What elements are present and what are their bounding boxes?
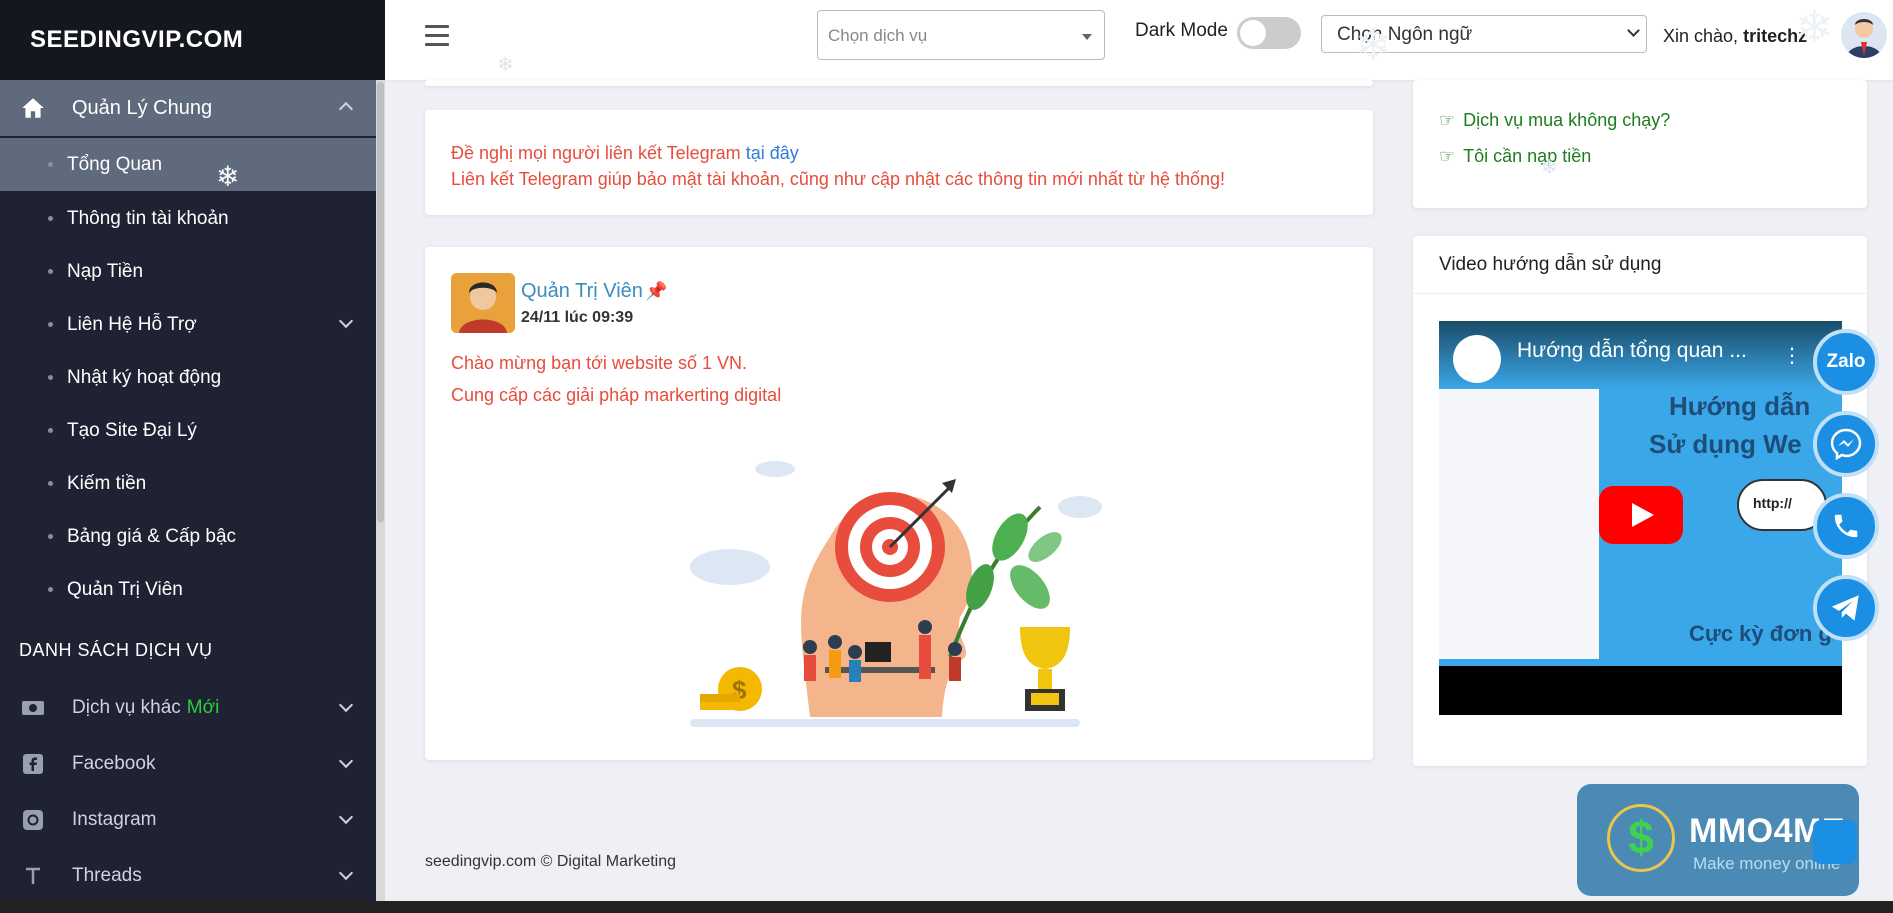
sidebar-item-nhat-ky-hoat-dong[interactable]: Nhật ký hoạt động [0,351,385,404]
topbar: Chọn dịch vụ Dark Mode Chọn Ngôn ngữ Xin… [385,0,1893,80]
post-time: 24/11 lúc 09:39 [521,308,634,326]
caret-down-icon [1082,34,1092,40]
messenger-icon [1830,428,1862,461]
dark-mode-label: Dark Mode [1135,20,1228,41]
pin-icon: 📌 [644,280,668,301]
announcement-post: Quản Trị Viên 📌 24/11 lúc 09:39 Chào mừng… [425,247,1373,760]
thumb-text: Cực kỳ đơn g [1689,621,1832,646]
telegram-icon [1831,595,1859,621]
sidebar-item-quan-tri-vien[interactable]: Quản Trị Viên [0,563,385,616]
snowflake-icon: ❄ [497,54,514,76]
card-fragment [425,80,1373,86]
chevron-down-icon [1627,24,1640,37]
sidebar-item-quan-ly-chung[interactable]: Quản Lý Chung [0,80,385,136]
footer: seedingvip.com © Digital Marketing [425,853,677,870]
chevron-up-icon [338,101,354,117]
thumb-text: Hướng dẫn [1669,391,1811,421]
sidebar-item-dich-vu-khac[interactable]: Dịch vụ khác Mới [0,680,385,736]
money-icon [20,697,46,719]
zalo-button[interactable]: Zalo [1813,329,1879,395]
sidebar-item-nap-tien[interactable]: Nạp Tiền [0,245,385,298]
snowflake-icon: ❄ [1795,1,1834,53]
chevron-down-icon [338,809,354,825]
bottom-edge [0,901,1893,913]
sidebar-item-facebook[interactable]: Facebook [0,736,385,792]
help-link[interactable]: ☞ Dịch vụ mua không chạy? [1439,102,1841,138]
hamburger-icon[interactable] [425,25,449,47]
sidebar-item-kiem-tien[interactable]: Kiếm tiền [0,457,385,510]
thumb-text: Sử dụng We [1649,429,1802,459]
service-select[interactable]: Chọn dịch vụ [817,10,1105,60]
video-card-title: Video hướng dẫn sử dụng [1413,236,1867,294]
telegram-link[interactable]: tại đây [746,143,799,163]
channel-logo[interactable] [1453,335,1501,383]
notice-detail: Liên kết Telegram giúp bảo mật tài khoản… [451,169,1226,189]
chevron-down-icon [338,313,354,329]
threads-icon [20,865,46,887]
instagram-icon [20,809,46,831]
section-title: DANH SÁCH DỊCH VỤ [19,640,213,660]
phone-button[interactable] [1813,493,1879,559]
site-logo[interactable]: SEEDINGVIP.COM [0,0,385,80]
sidebar-item-tong-quan[interactable]: Tổng Quan [0,138,385,191]
sidebar-item-threads[interactable]: Threads [0,848,385,904]
snowflake-icon: ❄ [1541,157,1558,179]
dollar-icon: $ [1607,804,1675,872]
avatar[interactable] [1841,12,1887,58]
chevron-down-icon [338,753,354,769]
hand-point-icon: ☞ [1439,146,1456,166]
sidebar: SEEDINGVIP.COM Quản Lý Chung Tổng Quan T… [0,0,385,913]
chat-button[interactable] [1813,820,1857,864]
new-badge: Mới [186,697,220,718]
video-card: Video hướng dẫn sử dụng Hướng dẫn Sử dụn… [1413,236,1867,766]
messenger-button[interactable] [1813,411,1879,477]
help-links-card: ☞ Dịch vụ mua không chạy? ☞ Tôi cần nạp ti… [1413,80,1867,208]
phone-icon [1834,514,1858,538]
hand-point-icon: ☞ [1439,110,1456,130]
home-icon [22,98,44,118]
play-button[interactable] [1599,486,1683,544]
sidebar-item-label: Quản Lý Chung [72,96,213,119]
facebook-icon [20,753,46,775]
sidebar-scrollbar[interactable] [376,80,385,913]
user-greeting: Xin chào, tritechz [1663,26,1808,46]
sidebar-item-bang-gia[interactable]: Bảng giá & Cấp bậc [0,510,385,563]
sidebar-item-tao-site-dai-ly[interactable]: Tạo Site Đại Lý [0,404,385,457]
post-line: Cung cấp các giải pháp markerting digita… [451,385,782,405]
chevron-down-icon [338,865,354,881]
post-author[interactable]: Quản Trị Viên [521,280,643,302]
chevron-down-icon [338,697,354,713]
sidebar-item-thong-tin-tai-khoan[interactable]: Thông tin tài khoản [0,192,385,245]
telegram-notice: Đề nghị mọi người liên kết Telegram tại … [425,110,1373,215]
post-line: Chào mừng bạn tới website số 1 VN. [451,353,747,373]
snowflake-icon: ❄ [1355,21,1392,70]
dark-mode-toggle[interactable] [1237,17,1301,49]
marketing-illustration: $ [690,461,1102,727]
sidebar-item-lien-he-ho-tro[interactable]: Liên Hệ Hỗ Trợ [0,298,385,351]
mmo4me-badge[interactable]: $ MMO4ME Make money online [1577,784,1859,896]
video-player[interactable]: Hướng dẫn Sử dụng We http:// Cực kỳ đơn … [1439,321,1842,715]
sidebar-item-instagram[interactable]: Instagram [0,792,385,848]
help-link[interactable]: ☞ Tôi cần nạp tiền [1439,138,1841,174]
more-vertical-icon[interactable]: ⋮ [1782,343,1802,368]
author-avatar [451,273,515,333]
snowflake-icon: ❄ [216,161,240,192]
telegram-button[interactable] [1813,575,1879,641]
